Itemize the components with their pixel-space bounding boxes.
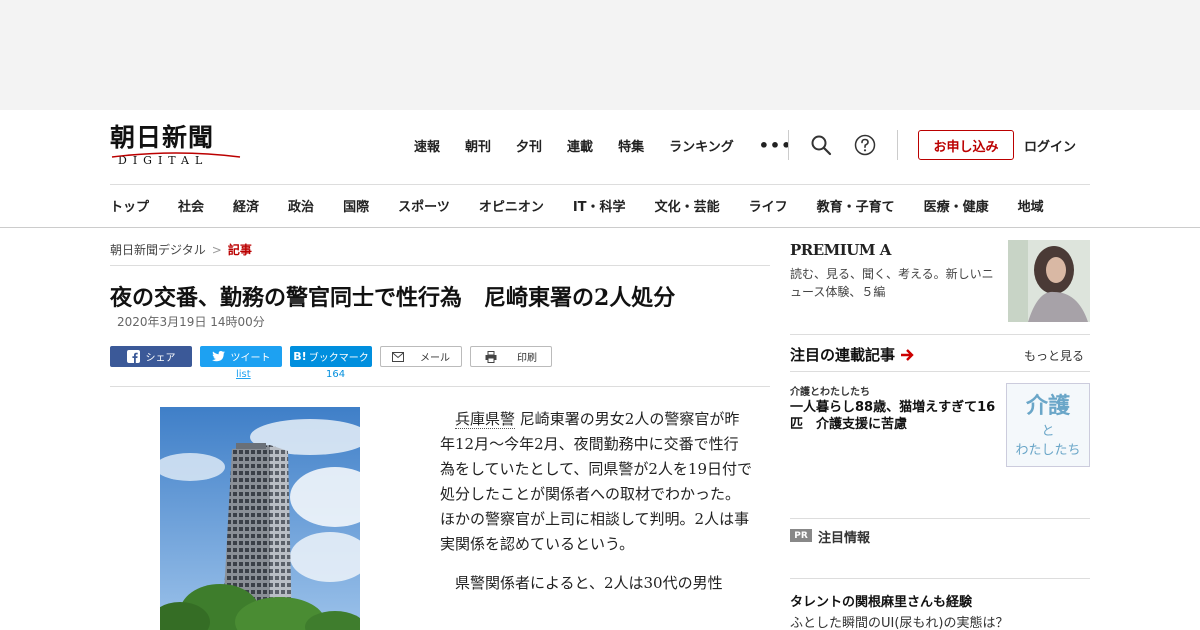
twitter-count[interactable]: list <box>236 369 251 380</box>
nav-chokan[interactable]: 朝刊 <box>465 136 491 155</box>
site-logo[interactable]: 朝日新聞 DIGITAL <box>110 124 242 170</box>
portrait-photo-icon <box>1008 240 1090 322</box>
pr-headline[interactable]: タレントの関根麻里さんも経験 <box>790 591 972 610</box>
print-label: 印刷 <box>517 353 537 364</box>
article-paragraph: 兵庫県警 尼崎東署の男女2人の警察官が昨年12月～今年2月、夜間勤務中に交番で性… <box>440 407 752 557</box>
help-icon[interactable] <box>854 134 876 156</box>
premium-title[interactable]: PREMIUM A <box>790 241 891 259</box>
keyword-link[interactable]: 兵庫県警 <box>455 410 516 429</box>
nav-ranking[interactable]: ランキング <box>669 136 734 155</box>
logo-curve-icon <box>111 152 241 158</box>
nav-yukan[interactable]: 夕刊 <box>516 136 542 155</box>
share-divider <box>110 386 770 387</box>
article-photo[interactable] <box>160 407 360 630</box>
mail-share-button[interactable]: メール <box>380 346 462 367</box>
breadcrumb-divider <box>110 265 770 266</box>
apply-button[interactable]: お申し込み <box>918 130 1014 160</box>
article-headline: 夜の交番、勤務の警官同士で性行為 尼崎東署の2人処分 <box>110 285 676 311</box>
login-link[interactable]: ログイン <box>1024 136 1076 155</box>
article-body: 兵庫県警 尼崎東署の男女2人の警察官が昨年12月～今年2月、夜間勤務中に交番で性… <box>440 407 752 610</box>
thumbnail-text: 介護 <box>1025 393 1070 419</box>
article-date: 2020年3月19日 14時00分 <box>117 315 265 329</box>
sidebar-divider <box>790 334 1090 335</box>
series-headline[interactable]: 一人暮らし88歳、猫増えすぎて16匹 介護支援に苦慮 <box>790 399 1002 433</box>
mail-share-label: メール <box>420 353 450 364</box>
twitter-icon <box>211 351 225 362</box>
cat-opinion[interactable]: オピニオン <box>479 196 544 215</box>
pr-badge: PR <box>790 529 812 542</box>
cat-education[interactable]: 教育・子育て <box>817 196 895 215</box>
print-button[interactable]: 印刷 <box>470 346 552 367</box>
facebook-share-label: シェア <box>145 353 176 364</box>
cat-politics[interactable]: 政治 <box>288 196 314 215</box>
top-nav: 速報 朝刊 夕刊 連載 特集 ランキング ••• <box>414 134 792 156</box>
pr-subtext[interactable]: ふとした瞬間のUI(尿もれ)の実態は？ <box>790 612 1009 630</box>
breadcrumb-home[interactable]: 朝日新聞デジタル <box>110 243 206 257</box>
facebook-share-button[interactable]: シェア <box>110 346 192 367</box>
hatena-count[interactable]: 164 <box>326 369 345 380</box>
series-title-text: 注目の連載記事 <box>790 346 896 364</box>
cat-region[interactable]: 地域 <box>1018 196 1044 215</box>
hatena-bookmark-button[interactable]: B! ブックマーク <box>290 346 372 367</box>
sidebar-divider <box>790 371 1090 372</box>
breadcrumb: 朝日新聞デジタル > 記事 <box>110 241 252 258</box>
hatena-icon: B! <box>293 350 307 363</box>
cat-top[interactable]: トップ <box>110 196 149 215</box>
nav-tokushu[interactable]: 特集 <box>618 136 644 155</box>
article-paragraph: 県警関係者によると、2人は30代の男性 <box>455 574 723 592</box>
category-nav: トップ 社会 経済 政治 国際 スポーツ オピニオン IT・科学 文化・芸能 ラ… <box>110 196 1044 215</box>
header-divider <box>110 184 1090 185</box>
ad-banner <box>0 0 1200 110</box>
paragraph-text: 尼崎東署の男女2人の警察官が昨年12月～今年2月、夜間勤務中に交番で性行為をして… <box>440 410 752 553</box>
cat-medical[interactable]: 医療・健康 <box>924 196 989 215</box>
search-icon[interactable] <box>810 134 832 156</box>
logo-main-text: 朝日新聞 <box>110 123 215 152</box>
series-category[interactable]: 介護とわたしたち <box>790 383 870 398</box>
site-header: 朝日新聞 DIGITAL 速報 朝刊 夕刊 連載 特集 ランキング ••• お申… <box>0 110 1200 228</box>
building-photo-icon <box>160 407 360 630</box>
twitter-share-label: ツイート <box>230 353 271 364</box>
nav-rensai[interactable]: 連載 <box>567 136 593 155</box>
breadcrumb-separator: > <box>211 243 222 257</box>
cat-international[interactable]: 国際 <box>343 196 369 215</box>
more-link[interactable]: もっと見る <box>1024 347 1084 364</box>
cat-culture[interactable]: 文化・芸能 <box>655 196 720 215</box>
series-section-title[interactable]: 注目の連載記事 <box>790 344 914 365</box>
print-icon <box>485 350 497 363</box>
premium-image[interactable] <box>1008 240 1090 322</box>
twitter-share-button[interactable]: ツイート <box>200 346 282 367</box>
hatena-bookmark-label: ブックマーク <box>308 353 369 364</box>
facebook-icon <box>126 350 140 363</box>
mail-icon <box>392 351 404 362</box>
cat-sports[interactable]: スポーツ <box>398 196 450 215</box>
cat-economy[interactable]: 経済 <box>233 196 259 215</box>
cat-society[interactable]: 社会 <box>178 196 204 215</box>
divider <box>788 130 789 160</box>
pr-section-label: 注目情報 <box>818 531 871 546</box>
thumbnail-text: と <box>1041 424 1055 439</box>
sidebar-divider <box>790 518 1090 519</box>
series-thumbnail[interactable]: 介護 と わたしたち <box>1006 383 1090 467</box>
cat-life[interactable]: ライフ <box>749 196 788 215</box>
breadcrumb-current: 記事 <box>227 243 252 257</box>
thumbnail-text: わたしたち <box>1015 443 1081 458</box>
arrow-right-icon <box>901 349 914 361</box>
cat-it-science[interactable]: IT・科学 <box>573 196 626 215</box>
sidebar-divider <box>790 578 1090 579</box>
nav-sokuho[interactable]: 速報 <box>414 136 440 155</box>
premium-description[interactable]: 読む、見る、聞く、考える。新しいニュース体験、５編 <box>790 265 1002 301</box>
divider <box>897 130 898 160</box>
